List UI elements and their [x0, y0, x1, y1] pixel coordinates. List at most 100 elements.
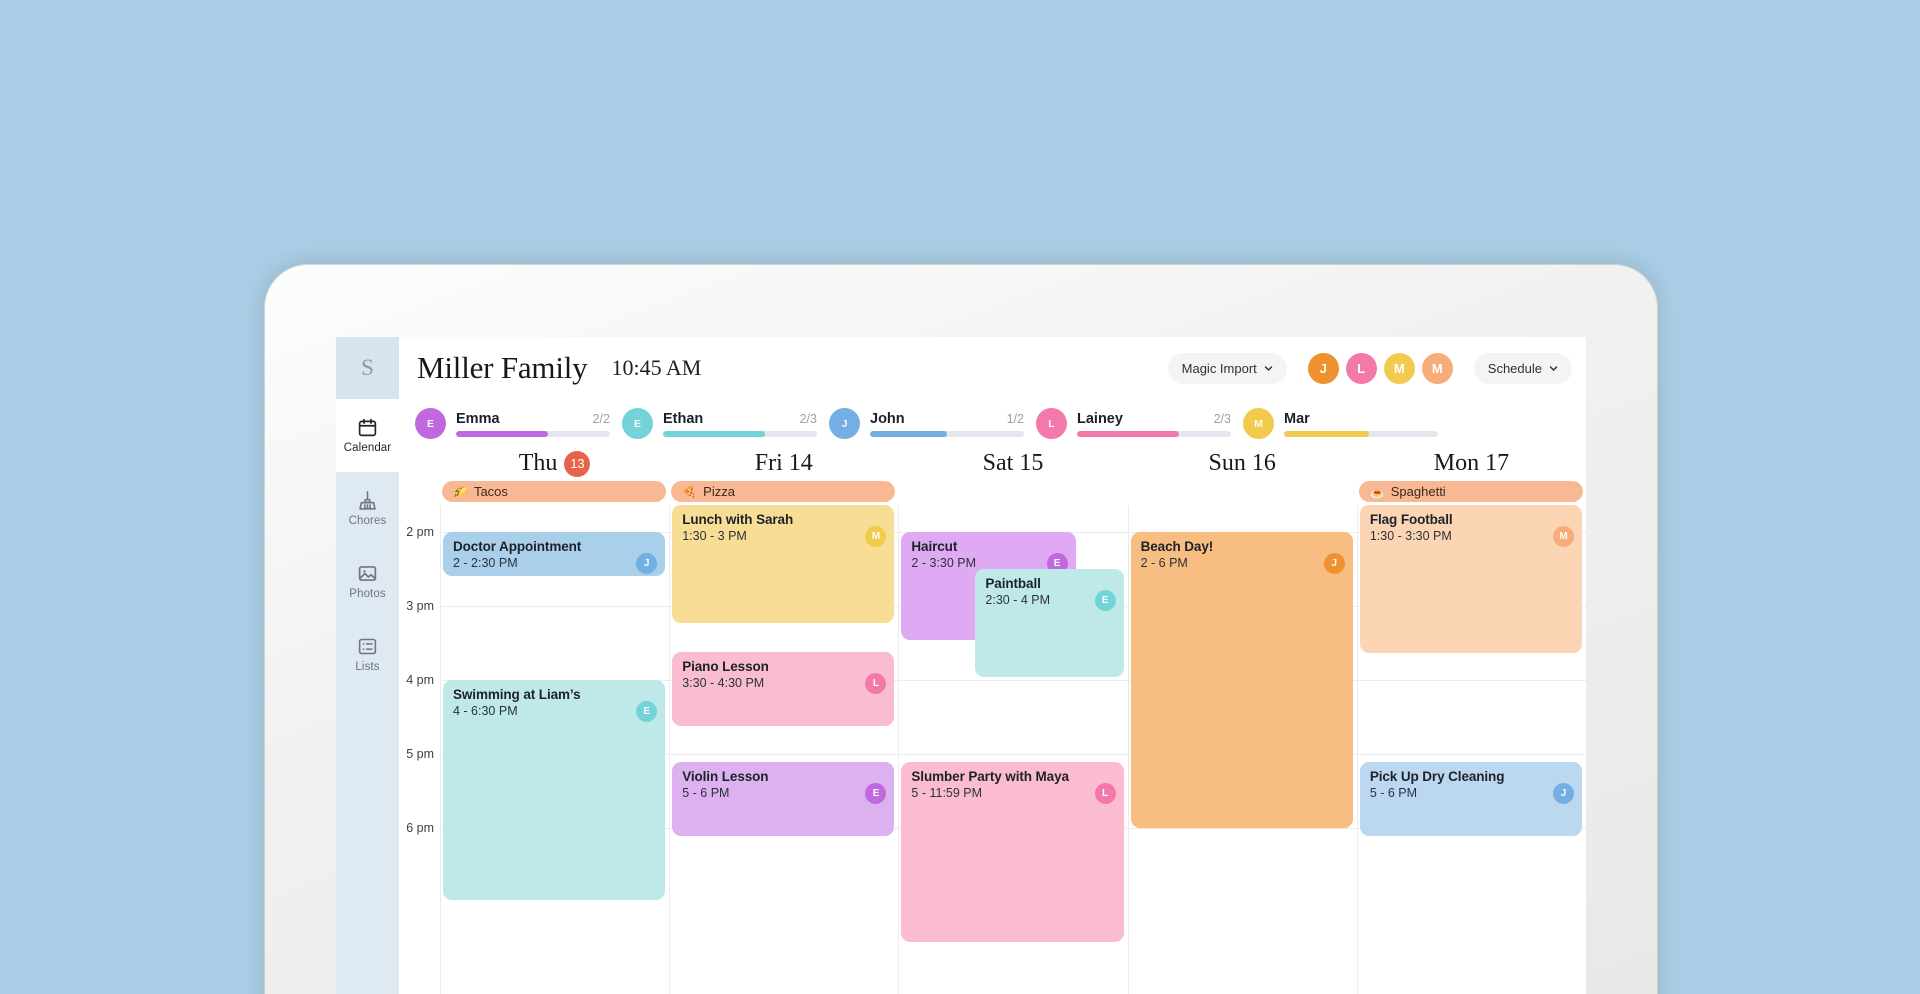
day-header[interactable]: Fri 14 🍕 Pizza — [669, 448, 898, 506]
day-name: Sat 15 — [982, 450, 1044, 476]
calendar-event[interactable]: Lunch with Sarah 1:30 - 3 PM M — [672, 505, 895, 623]
day-header-label: Sun 16 — [1209, 448, 1276, 477]
member-progress-bar — [456, 430, 610, 437]
hour-label: 6 pm — [406, 821, 434, 835]
schedule-dropdown[interactable]: Schedule — [1473, 352, 1572, 384]
member-progress-item[interactable]: E Ethan 2/3 — [622, 408, 829, 439]
event-time: 5 - 6 PM — [1369, 786, 1418, 801]
member-progress-fill — [870, 430, 947, 437]
hour-label: 3 pm — [406, 599, 434, 613]
calendar-event[interactable]: Doctor Appointment 2 - 2:30 PM J — [443, 532, 666, 576]
avatar[interactable]: M — [1421, 352, 1453, 384]
sidebar-nav: S Calendar Chores Photos Lists — [336, 337, 399, 994]
hour-gridline — [899, 680, 1128, 681]
day-column[interactable]: Lunch with Sarah 1:30 - 3 PM M Piano Lesson… — [669, 505, 899, 994]
calendar-icon — [357, 417, 378, 438]
event-time: 1:30 - 3 PM — [682, 529, 747, 544]
day-column[interactable]: Doctor Appointment 2 - 2:30 PM J Swimming a… — [440, 506, 670, 994]
event-title: Piano Lesson — [682, 659, 769, 674]
member-progress-fill — [456, 430, 549, 437]
event-avatar: E — [636, 701, 658, 722]
calendar-event[interactable]: Swimming at Liam’s 4 - 6:30 PM E — [443, 680, 666, 900]
event-time: 4 - 6:30 PM — [453, 704, 518, 719]
avatar-initial: E — [872, 788, 880, 799]
sidebar-item-label: Chores — [348, 515, 387, 527]
avatar-initial: M — [871, 531, 881, 542]
meal-label: Pizza — [703, 484, 735, 499]
avatar-initial: L — [1102, 788, 1109, 799]
calendar-event[interactable]: Violin Lesson 5 - 6 PM E — [672, 762, 895, 836]
event-time: 5 - 11:59 PM — [911, 786, 983, 801]
app-logo[interactable]: S — [336, 337, 399, 399]
meal-emoji-icon: 🌮 — [453, 484, 468, 499]
avatar[interactable]: L — [1345, 352, 1377, 384]
magic-import-label: Magic Import — [1181, 360, 1257, 376]
avatar-initial: J — [643, 558, 650, 569]
calendar-event[interactable]: Pick Up Dry Cleaning 5 - 6 PM J — [1359, 762, 1583, 836]
calendar-event[interactable]: Slumber Party with Maya 5 - 11:59 PM L — [901, 762, 1124, 942]
magic-import-button[interactable]: Magic Import — [1167, 352, 1287, 384]
day-name: Sun 16 — [1208, 450, 1276, 476]
calendar-event[interactable]: Paintball 2:30 - 4 PM E — [975, 569, 1124, 677]
day-header-label: Sat 15 — [983, 448, 1044, 477]
member-chore-count: 2/2 — [592, 411, 610, 426]
chevron-down-icon — [1549, 365, 1558, 371]
meal-chip[interactable]: 🍝 Spaghetti — [1358, 481, 1584, 502]
member-header: Ethan 2/3 — [663, 411, 817, 427]
calendar-event[interactable]: Piano Lesson 3:30 - 4:30 PM L — [672, 652, 895, 726]
schedule-label: Schedule — [1487, 360, 1542, 376]
calendar-day-headers: Thu 13 🌮 Tacos Fri 14 🍕 Pizza Sat 15 Sun 16 Mon 1… — [399, 448, 1586, 506]
sidebar-item-lists[interactable]: Lists — [336, 618, 399, 691]
day-header[interactable]: Mon 17 🍝 Spaghetti — [1357, 448, 1586, 506]
day-header[interactable]: Sat 15 — [898, 448, 1127, 506]
member-progress-item[interactable]: J John 1/2 — [829, 408, 1036, 439]
avatar-initial: E — [1053, 558, 1061, 569]
event-title: Violin Lesson — [682, 769, 769, 784]
member-name: Lainey — [1077, 410, 1123, 427]
event-title: Slumber Party with Maya — [911, 769, 1069, 784]
sidebar-item-calendar[interactable]: Calendar — [336, 399, 399, 472]
event-avatar: M — [865, 526, 887, 547]
avatar[interactable]: M — [1383, 352, 1415, 384]
event-avatar: M — [1553, 526, 1575, 547]
member-progress-bar — [870, 430, 1024, 437]
avatar[interactable]: J — [1307, 352, 1339, 384]
meal-label: Spaghetti — [1390, 484, 1446, 499]
event-time: 1:30 - 3:30 PM — [1369, 529, 1452, 544]
list-icon — [357, 636, 378, 657]
member-details: Ethan 2/3 — [663, 411, 817, 437]
day-column[interactable]: Flag Football 1:30 - 3:30 PM M Pick Up Dry … — [1356, 505, 1586, 994]
event-time: 5 - 6 PM — [682, 786, 730, 801]
event-avatar: L — [865, 673, 887, 694]
sidebar-item-photos[interactable]: Photos — [336, 545, 399, 618]
member-progress-bar — [663, 430, 817, 437]
member-progress-item[interactable]: L Lainey 2/3 — [1036, 408, 1243, 439]
calendar-event[interactable]: Flag Football 1:30 - 3:30 PM M — [1359, 505, 1583, 653]
event-title: Flag Football — [1369, 512, 1453, 527]
avatar-initial: M — [1393, 360, 1405, 376]
avatar-initial: J — [1319, 360, 1327, 376]
day-column[interactable]: Haircut 2 - 3:30 PM E Paintball 2:30 - 4 PM E… — [898, 506, 1128, 994]
member-chore-count: 2/3 — [799, 411, 817, 426]
member-header: Lainey 2/3 — [1077, 411, 1231, 427]
meal-chip[interactable]: 🍕 Pizza — [671, 481, 896, 502]
day-header[interactable]: Sun 16 — [1128, 448, 1357, 506]
day-column[interactable]: Beach Day! 2 - 6 PM J — [1127, 506, 1357, 994]
sidebar-item-chores[interactable]: Chores — [336, 472, 399, 545]
calendar-grid: Thu 13 🌮 Tacos Fri 14 🍕 Pizza Sat 15 Sun 16 Mon 1… — [399, 448, 1586, 994]
day-header[interactable]: Thu 13 🌮 Tacos — [440, 448, 669, 506]
chevron-down-icon — [1264, 365, 1272, 371]
day-header-label: Thu 13 — [519, 448, 591, 477]
avatar-initial: J — [1560, 788, 1567, 799]
member-progress-item[interactable]: E Emma 2/2 — [415, 408, 622, 439]
meal-chip[interactable]: 🌮 Tacos — [442, 481, 667, 502]
avatar-initial: E — [426, 417, 434, 430]
day-name: Mon 17 — [1433, 450, 1510, 476]
event-avatar: E — [1094, 590, 1116, 611]
avatar-initial: J — [1331, 558, 1338, 569]
event-title: Haircut — [911, 539, 958, 554]
event-avatar: J — [1323, 553, 1345, 574]
member-progress-item[interactable]: M Mar — [1243, 408, 1450, 439]
calendar-event[interactable]: Beach Day! 2 - 6 PM J — [1130, 532, 1353, 828]
member-name: John — [870, 410, 905, 427]
